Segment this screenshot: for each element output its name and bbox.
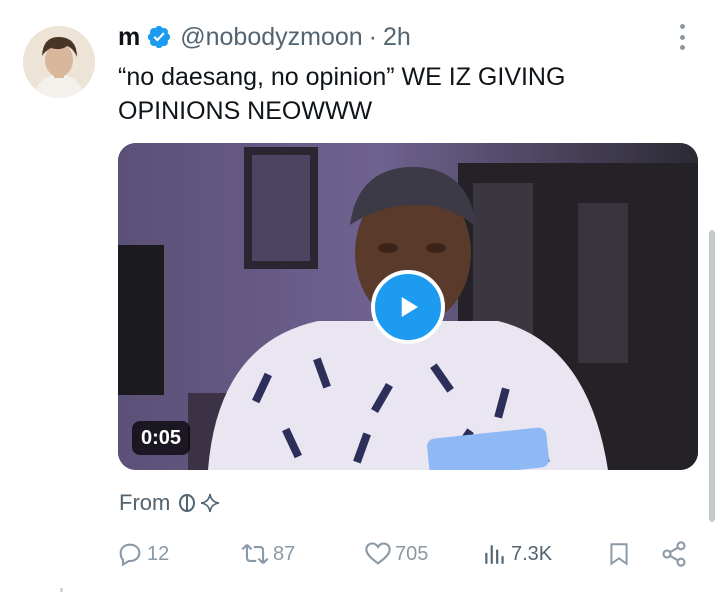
like-button[interactable]: 705	[364, 534, 428, 574]
sparkle-icon	[201, 493, 220, 513]
views-count: 7.3K	[511, 542, 553, 565]
source-label: From	[119, 490, 171, 515]
views-button[interactable]: 7.3K	[482, 534, 552, 574]
reply-icon	[119, 543, 141, 567]
repost-count: 87	[273, 542, 296, 565]
author-handle[interactable]: @nobodyzmoon	[180, 23, 362, 52]
bookmark-icon	[610, 543, 628, 566]
source-attribution[interactable]: From	[119, 489, 220, 517]
repost-button[interactable]: 87	[240, 534, 295, 574]
reply-count: 12	[147, 542, 170, 565]
bookmark-button[interactable]	[606, 534, 632, 574]
tweet-timestamp[interactable]: 2h	[383, 23, 411, 52]
tweet-header: m @nobodyzmoon · 2h	[118, 20, 411, 54]
reply-button[interactable]: 12	[116, 534, 169, 574]
tweet-text: “no daesang, no opinion” WE IZ GIVING OP…	[118, 63, 566, 125]
scrollbar[interactable]	[709, 230, 715, 522]
threads-logo-icon	[179, 494, 196, 512]
views-icon	[485, 545, 504, 564]
more-options-icon[interactable]	[672, 24, 692, 50]
thread-line	[60, 588, 63, 592]
share-icon	[662, 541, 686, 567]
author-name[interactable]: m	[118, 23, 140, 52]
heart-icon	[365, 542, 391, 565]
tweet-actions-bar: 12 87 705 7.3K	[116, 534, 691, 574]
verified-badge-icon	[146, 24, 172, 50]
avatar[interactable]	[23, 26, 95, 98]
video-player[interactable]: 0:05	[118, 143, 698, 470]
share-button[interactable]	[660, 534, 688, 574]
video-duration-badge: 0:05	[132, 421, 191, 455]
play-button[interactable]	[371, 270, 445, 344]
like-count: 705	[395, 542, 429, 565]
repost-icon	[241, 544, 269, 564]
separator-dot: ·	[368, 22, 377, 51]
avatar-image	[23, 26, 95, 98]
play-icon	[401, 297, 418, 317]
